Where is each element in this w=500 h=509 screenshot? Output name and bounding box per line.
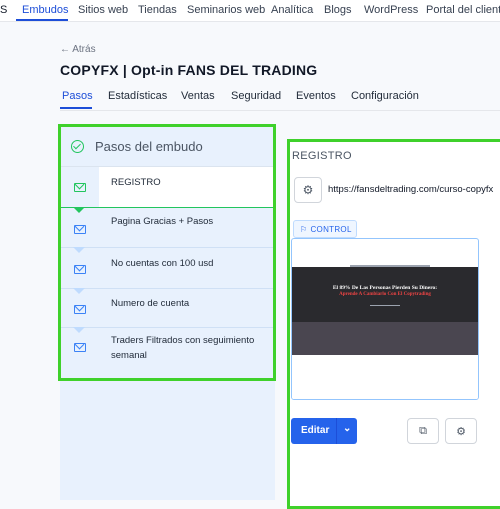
step-detail-title: REGISTRO <box>292 150 352 162</box>
tab-ventas[interactable]: Ventas <box>181 90 215 102</box>
step-label: Traders Filtrados con seguimiento semana… <box>111 335 255 361</box>
url-settings-button[interactable]: ⚙ <box>294 177 322 203</box>
step-label: REGISTRO <box>111 177 161 188</box>
step-url[interactable]: https://fansdeltrading.com/curso-copyfx <box>328 184 493 195</box>
step-detail-panel: REGISTRO ⚙ https://fansdeltrading.com/cu… <box>287 139 500 509</box>
control-badge-label: CONTROL <box>310 224 352 234</box>
mail-icon <box>74 343 86 352</box>
edit-button-label: Editar <box>301 425 330 436</box>
mail-icon <box>74 265 86 274</box>
check-circle-icon <box>71 140 84 153</box>
step-connector-icon <box>73 327 85 333</box>
mail-icon <box>74 183 86 192</box>
nav-item-wordpress[interactable]: WordPress <box>364 4 418 16</box>
step-item-pagina-gracias[interactable]: Pagina Gracias + Pasos <box>61 207 273 247</box>
nav-item-sitios-web[interactable]: Sitios web <box>78 4 128 16</box>
open-page-button[interactable]: ⧉ <box>407 418 439 444</box>
nav-item-seminarios-web[interactable]: Seminarios web <box>187 4 265 16</box>
chevron-down-icon[interactable]: ⌄ <box>343 423 351 434</box>
external-link-icon: ⧉ <box>419 424 427 437</box>
steps-header: Pasos del embudo <box>61 127 273 167</box>
step-item-traders-filtrados[interactable]: Traders Filtrados con seguimiento semana… <box>61 327 273 378</box>
edit-button[interactable]: Editar ⌄ <box>291 418 357 444</box>
nav-item-analitica[interactable]: Analítica <box>271 4 313 16</box>
step-connector-icon <box>73 207 85 213</box>
nav-item-embudos[interactable]: Embudos <box>22 4 68 16</box>
preview-hero: El 89% De Las Personas Pierden Su Dinero… <box>292 265 478 322</box>
tabs-divider <box>60 110 500 111</box>
gear-icon: ⚙ <box>456 425 466 438</box>
nav-item-cut[interactable]: S <box>0 4 7 16</box>
tab-seguridad[interactable]: Seguridad <box>231 90 281 102</box>
page-preview-thumbnail[interactable]: El 89% De Las Personas Pierden Su Dinero… <box>291 238 479 400</box>
active-tab-indicator <box>60 107 92 109</box>
back-link[interactable]: ← Atrás <box>60 44 96 55</box>
nav-item-tiendas[interactable]: Tiendas <box>138 4 177 16</box>
nav-item-blogs[interactable]: Blogs <box>324 4 352 16</box>
funnel-steps-panel: Pasos del embudo REGISTRO Pagina Gracias… <box>58 124 276 381</box>
step-settings-button[interactable]: ⚙ <box>445 418 477 444</box>
active-nav-indicator <box>16 19 68 21</box>
preview-lower-section <box>292 355 478 399</box>
step-label: Pagina Gracias + Pasos <box>111 216 214 227</box>
preview-band <box>292 322 478 355</box>
step-label: Numero de cuenta <box>111 298 190 309</box>
nav-item-portal-del-cliente[interactable]: Portal del cliente <box>426 4 500 16</box>
steps-header-label: Pasos del embudo <box>95 139 203 154</box>
preview-subheadline: Aprende A Cambiarlo Con El Copytrading <box>339 292 431 297</box>
preview-headline: El 89% De Las Personas Pierden Su Dinero… <box>332 285 438 291</box>
mail-icon <box>74 305 86 314</box>
page-title: COPYFX | Opt-in FANS DEL TRADING <box>60 62 318 78</box>
control-badge: ⚐ CONTROL <box>293 220 357 238</box>
tab-pasos[interactable]: Pasos <box>62 90 93 102</box>
button-separator <box>336 418 337 444</box>
preview-top-line <box>350 265 430 267</box>
flag-icon: ⚐ <box>300 224 308 234</box>
step-label: No cuentas con 100 usd <box>111 258 214 269</box>
tab-estadisticas[interactable]: Estadísticas <box>108 90 167 102</box>
step-connector-icon <box>73 288 85 294</box>
preview-divider-line <box>370 305 400 306</box>
step-connector-icon <box>73 247 85 253</box>
step-item-no-cuentas[interactable]: No cuentas con 100 usd <box>61 247 273 288</box>
gear-icon: ⚙ <box>302 183 314 197</box>
top-navigation: S Embudos Sitios web Tiendas Seminarios … <box>0 0 500 22</box>
step-item-numero-de-cuenta[interactable]: Numero de cuenta <box>61 288 273 327</box>
mail-icon <box>74 225 86 234</box>
step-item-registro[interactable]: REGISTRO <box>61 167 273 207</box>
tab-configuracion[interactable]: Configuración <box>351 90 419 102</box>
tab-eventos[interactable]: Eventos <box>296 90 336 102</box>
